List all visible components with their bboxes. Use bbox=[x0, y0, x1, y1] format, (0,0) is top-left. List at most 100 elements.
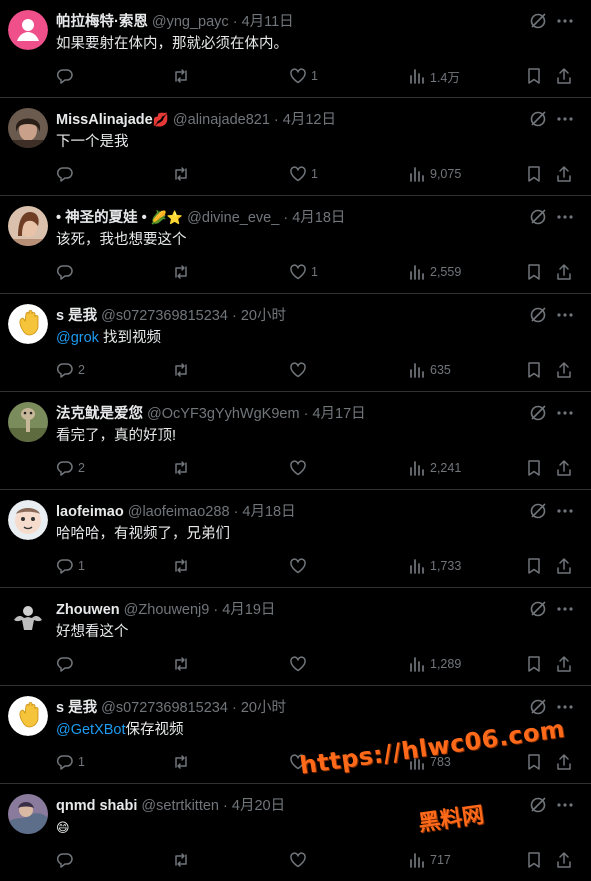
reply-button[interactable] bbox=[56, 262, 78, 282]
display-name[interactable]: qnmd shabi bbox=[56, 798, 137, 814]
like-button[interactable] bbox=[289, 556, 311, 576]
reply-tweet[interactable]: MissAlinajade💋 @alinajade821 · 4月12日 下一个… bbox=[0, 98, 591, 196]
timestamp[interactable]: 4月20日 bbox=[232, 798, 285, 814]
grok-icon[interactable] bbox=[529, 208, 547, 226]
user-handle[interactable]: @yng_payc bbox=[152, 14, 229, 30]
user-handle[interactable]: @Zhouwenj9 bbox=[124, 602, 210, 618]
retweet-button[interactable] bbox=[172, 66, 194, 86]
reply-button[interactable] bbox=[56, 654, 78, 674]
display-name[interactable]: Zhouwen bbox=[56, 602, 120, 618]
avatar[interactable] bbox=[8, 696, 48, 736]
views-button[interactable]: 717 bbox=[408, 850, 451, 870]
timestamp[interactable]: 4月18日 bbox=[242, 504, 295, 520]
reply-tweet[interactable]: 帕拉梅特·索恩 @yng_payc · 4月11日 如果要射在体内，那就必须在体… bbox=[0, 0, 591, 98]
like-button[interactable] bbox=[289, 654, 311, 674]
grok-icon[interactable] bbox=[529, 12, 547, 30]
more-icon[interactable] bbox=[555, 306, 575, 324]
more-icon[interactable] bbox=[555, 110, 575, 128]
reply-tweet[interactable]: • 神圣的夏娃 • 🌽⭐ @divine_eve_ · 4月18日 该死，我也想… bbox=[0, 196, 591, 294]
reply-button[interactable]: 1 bbox=[56, 752, 85, 772]
grok-icon[interactable] bbox=[529, 600, 547, 618]
share-button[interactable] bbox=[555, 164, 573, 184]
display-name[interactable]: 法克鱿是爱您 bbox=[56, 406, 143, 422]
views-button[interactable]: 1,289 bbox=[408, 654, 461, 674]
bookmark-button[interactable] bbox=[525, 66, 543, 86]
retweet-button[interactable] bbox=[172, 360, 194, 380]
display-name[interactable]: s 是我 bbox=[56, 700, 97, 716]
share-button[interactable] bbox=[555, 752, 573, 772]
share-button[interactable] bbox=[555, 458, 573, 478]
share-button[interactable] bbox=[555, 66, 573, 86]
retweet-button[interactable] bbox=[172, 458, 194, 478]
grok-icon[interactable] bbox=[529, 404, 547, 422]
retweet-button[interactable] bbox=[172, 654, 194, 674]
bookmark-button[interactable] bbox=[525, 752, 543, 772]
share-button[interactable] bbox=[555, 654, 573, 674]
grok-icon[interactable] bbox=[529, 502, 547, 520]
grok-icon[interactable] bbox=[529, 698, 547, 716]
retweet-button[interactable] bbox=[172, 262, 194, 282]
display-name[interactable]: • 神圣的夏娃 • bbox=[56, 210, 147, 226]
bookmark-button[interactable] bbox=[525, 556, 543, 576]
grok-icon[interactable] bbox=[529, 306, 547, 324]
share-button[interactable] bbox=[555, 850, 573, 870]
bookmark-button[interactable] bbox=[525, 360, 543, 380]
timestamp[interactable]: 20小时 bbox=[241, 308, 286, 324]
views-button[interactable]: 2,559 bbox=[408, 262, 461, 282]
timestamp[interactable]: 4月18日 bbox=[292, 210, 345, 226]
reply-button[interactable] bbox=[56, 66, 78, 86]
retweet-button[interactable] bbox=[172, 164, 194, 184]
avatar[interactable] bbox=[8, 598, 48, 638]
user-handle[interactable]: @setrtkitten bbox=[141, 798, 219, 814]
reply-tweet[interactable]: s 是我 @s0727369815234 · 20小时 @grok 找到视频 2 bbox=[0, 294, 591, 392]
views-button[interactable]: 1.4万 bbox=[408, 66, 460, 86]
mention-link[interactable]: @GetXBot bbox=[56, 722, 126, 738]
bookmark-button[interactable] bbox=[525, 262, 543, 282]
user-handle[interactable]: @laofeimao288 bbox=[128, 504, 230, 520]
timestamp[interactable]: 4月11日 bbox=[242, 14, 294, 30]
timestamp[interactable]: 4月17日 bbox=[312, 406, 365, 422]
display-name[interactable]: 帕拉梅特·索恩 bbox=[56, 14, 148, 30]
share-button[interactable] bbox=[555, 262, 573, 282]
avatar[interactable] bbox=[8, 10, 48, 50]
like-button[interactable] bbox=[289, 850, 311, 870]
more-icon[interactable] bbox=[555, 502, 575, 520]
views-button[interactable]: 2,241 bbox=[408, 458, 461, 478]
views-button[interactable]: 9,075 bbox=[408, 164, 461, 184]
avatar[interactable] bbox=[8, 794, 48, 834]
user-handle[interactable]: @s0727369815234 bbox=[101, 700, 228, 716]
timestamp[interactable]: 4月19日 bbox=[222, 602, 275, 618]
more-icon[interactable] bbox=[555, 796, 575, 814]
views-button[interactable]: 1,733 bbox=[408, 556, 461, 576]
reply-button[interactable] bbox=[56, 850, 78, 870]
like-button[interactable]: 1 bbox=[289, 164, 318, 184]
timestamp[interactable]: 20小时 bbox=[241, 700, 286, 716]
more-icon[interactable] bbox=[555, 600, 575, 618]
user-handle[interactable]: @divine_eve_ bbox=[187, 210, 279, 226]
retweet-button[interactable] bbox=[172, 850, 194, 870]
avatar[interactable] bbox=[8, 304, 48, 344]
display-name[interactable]: MissAlinajade bbox=[56, 112, 153, 128]
more-icon[interactable] bbox=[555, 12, 575, 30]
retweet-button[interactable] bbox=[172, 752, 194, 772]
more-icon[interactable] bbox=[555, 404, 575, 422]
display-name[interactable]: laofeimao bbox=[56, 504, 124, 520]
reply-tweet[interactable]: 法克鱿是爱您 @OcYF3gYyhWgK9em · 4月17日 看完了，真的好顶… bbox=[0, 392, 591, 490]
mention-link[interactable]: @grok bbox=[56, 330, 99, 346]
bookmark-button[interactable] bbox=[525, 458, 543, 478]
display-name[interactable]: s 是我 bbox=[56, 308, 97, 324]
user-handle[interactable]: @alinajade821 bbox=[173, 112, 270, 128]
avatar[interactable] bbox=[8, 206, 48, 246]
more-icon[interactable] bbox=[555, 208, 575, 226]
share-button[interactable] bbox=[555, 556, 573, 576]
more-icon[interactable] bbox=[555, 698, 575, 716]
avatar[interactable] bbox=[8, 500, 48, 540]
user-handle[interactable]: @OcYF3gYyhWgK9em bbox=[147, 406, 300, 422]
grok-icon[interactable] bbox=[529, 796, 547, 814]
reply-button[interactable] bbox=[56, 164, 78, 184]
views-button[interactable]: 635 bbox=[408, 360, 451, 380]
reply-button[interactable]: 2 bbox=[56, 458, 85, 478]
like-button[interactable] bbox=[289, 360, 311, 380]
reply-button[interactable]: 2 bbox=[56, 360, 85, 380]
reply-button[interactable]: 1 bbox=[56, 556, 85, 576]
